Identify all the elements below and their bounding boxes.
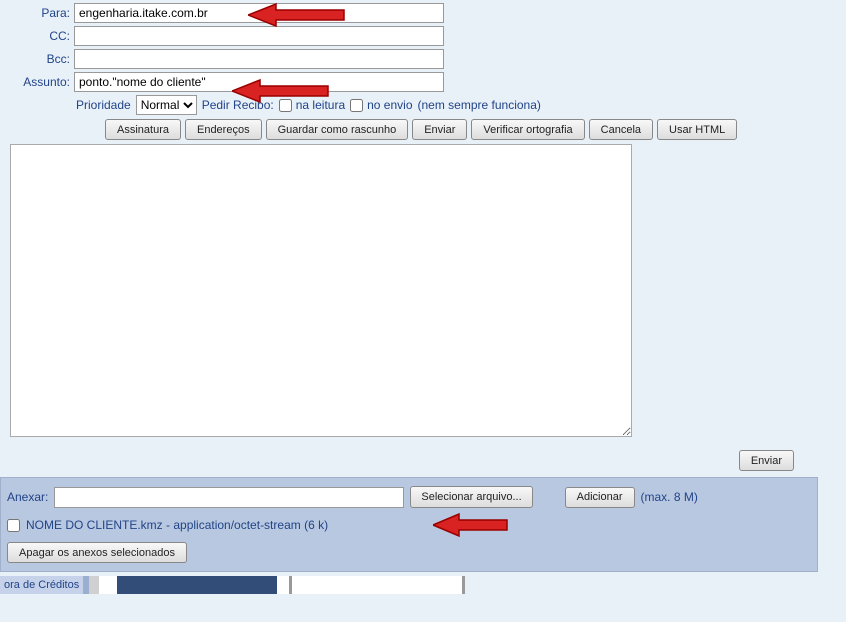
attach-input[interactable] — [54, 487, 404, 508]
to-input[interactable] — [74, 3, 444, 23]
addresses-button[interactable]: Endereços — [185, 119, 262, 140]
footer-credits-link[interactable]: ora de Créditos — [0, 576, 83, 594]
footer-progress-bar — [83, 576, 465, 594]
delete-attachments-button[interactable]: Apagar os anexos selecionados — [7, 542, 187, 563]
priority-select[interactable]: Normal — [136, 95, 197, 115]
cancel-button[interactable]: Cancela — [589, 119, 653, 140]
receipt-label: Pedir Recibo: — [202, 98, 274, 112]
choose-file-button[interactable]: Selecionar arquivo... — [410, 486, 532, 508]
attachment-name: NOME DO CLIENTE.kmz - application/octet-… — [26, 518, 328, 532]
bcc-input[interactable] — [74, 49, 444, 69]
attach-max-note: (max. 8 M) — [641, 490, 698, 504]
cc-label: CC: — [0, 29, 74, 43]
attach-label: Anexar: — [7, 490, 48, 504]
bcc-label: Bcc: — [0, 52, 74, 66]
signature-button[interactable]: Assinatura — [105, 119, 181, 140]
priority-label: Prioridade — [76, 98, 131, 112]
send-bottom-button[interactable]: Enviar — [739, 450, 794, 471]
add-attachment-button[interactable]: Adicionar — [565, 487, 635, 508]
spellcheck-button[interactable]: Verificar ortografia — [471, 119, 584, 140]
send-button[interactable]: Enviar — [412, 119, 467, 140]
save-draft-button[interactable]: Guardar como rascunho — [266, 119, 409, 140]
use-html-button[interactable]: Usar HTML — [657, 119, 737, 140]
cc-input[interactable] — [74, 26, 444, 46]
on-send-note: (nem sempre funciona) — [418, 98, 541, 112]
body-textarea[interactable] — [10, 144, 632, 437]
attachment-checkbox[interactable] — [7, 519, 20, 532]
on-read-checkbox[interactable] — [279, 99, 292, 112]
on-send-checkbox[interactable] — [350, 99, 363, 112]
subject-input[interactable] — [74, 72, 444, 92]
on-send-label: no envio — [367, 98, 412, 112]
to-label: Para: — [0, 6, 74, 20]
subject-label: Assunto: — [0, 75, 74, 89]
on-read-label: na leitura — [296, 98, 345, 112]
